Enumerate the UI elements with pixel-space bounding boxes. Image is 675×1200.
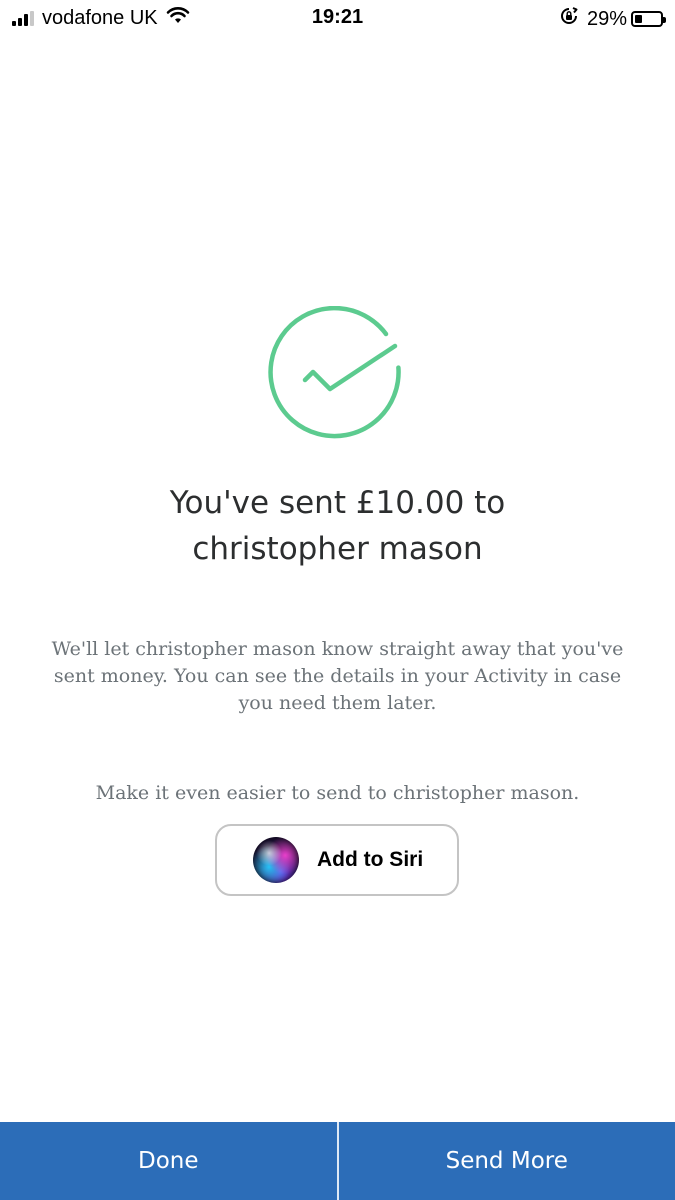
- confirmation-message: We'll let christopher mason know straigh…: [51, 638, 624, 714]
- add-to-siri-label: Add to Siri: [317, 848, 424, 871]
- send-more-label: Send More: [445, 1148, 568, 1174]
- send-more-button[interactable]: Send More: [339, 1122, 675, 1200]
- bottom-action-bar: Done Send More: [0, 1122, 675, 1200]
- confirmation-headline: You've sent £10.00 to christopher mason: [40, 480, 635, 572]
- battery-icon: [631, 11, 666, 27]
- done-button[interactable]: Done: [0, 1122, 337, 1200]
- battery-percent: 29%: [586, 7, 627, 30]
- success-indicator: [0, 306, 675, 446]
- siri-icon: [253, 837, 299, 883]
- siri-prompt: Make it even easier to send to christoph…: [95, 782, 580, 804]
- checkmark-circle-icon: [267, 306, 401, 439]
- done-label: Done: [137, 1148, 199, 1174]
- action-divider: [336, 1122, 339, 1200]
- status-bar-right: 29%: [559, 6, 666, 32]
- headline-recipient-line: christopher mason: [192, 531, 483, 567]
- headline-amount-line: You've sent £10.00 to: [169, 485, 506, 521]
- battery-level: [635, 15, 642, 23]
- add-to-siri-button[interactable]: Add to Siri: [215, 824, 459, 896]
- status-bar: vodafone UK 19:21 29%: [0, 0, 675, 36]
- payment-confirmation-screen: vodafone UK 19:21 29% You've sent £10.00…: [0, 0, 675, 1200]
- rotation-lock-icon: [559, 6, 579, 32]
